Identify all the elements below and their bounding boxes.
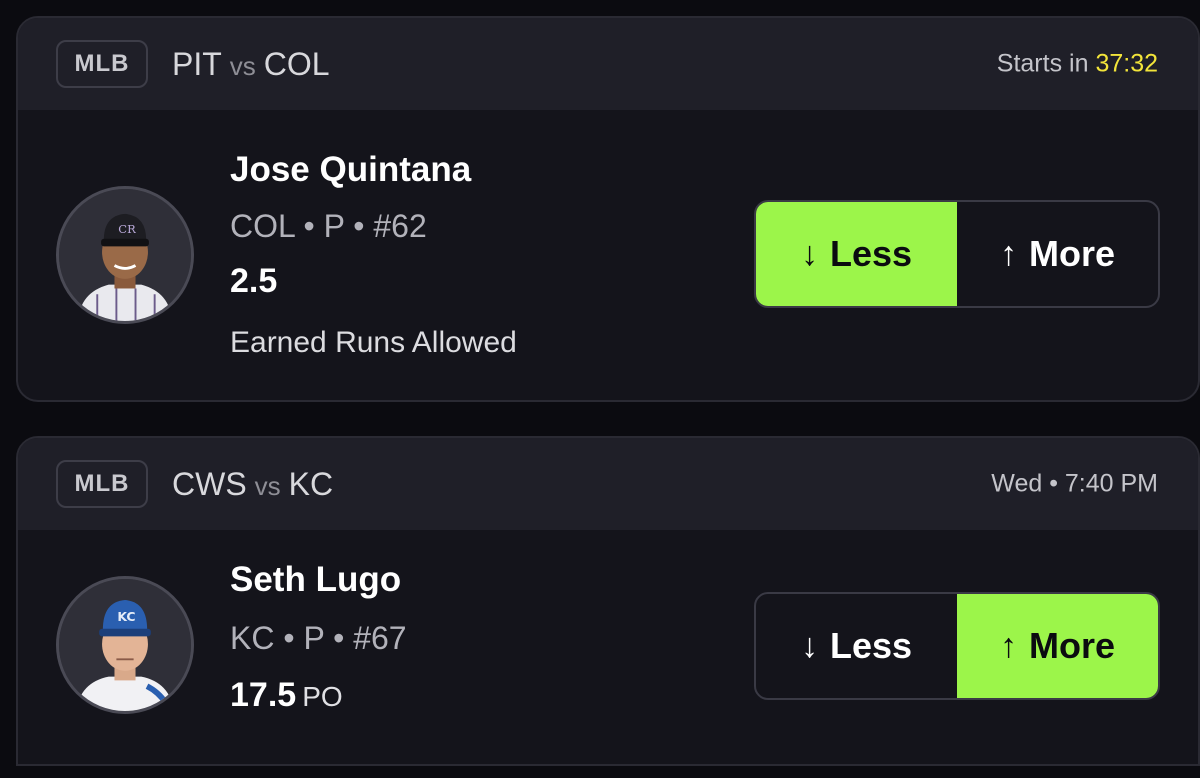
player-name: Jose Quintana	[230, 150, 472, 189]
line-unit: PO	[302, 681, 343, 712]
player-photo: KC	[59, 579, 191, 711]
more-label: More	[1028, 625, 1115, 666]
away-team: COL	[263, 45, 330, 82]
svg-text:CR: CR	[118, 222, 136, 236]
line-number: 2.5	[230, 262, 278, 300]
pick-toggle: ↓ Less ↑ More	[754, 592, 1160, 700]
vs-label: vs	[229, 50, 256, 81]
more-button[interactable]: ↑ More	[957, 202, 1158, 306]
starts-in-label: Starts in	[996, 49, 1089, 78]
home-team: CWS	[172, 465, 247, 502]
game-time: Wed • 7:40 PM	[991, 470, 1158, 499]
vs-label: vs	[254, 470, 281, 501]
player-photo: CR	[59, 189, 191, 321]
player-name: Seth Lugo	[230, 560, 402, 599]
player-meta: KC • P • #67	[230, 620, 407, 656]
pick-card: MLB CWS vs KC Wed • 7:40 PM KC Seth Lugo	[16, 436, 1200, 766]
arrow-down-icon: ↓	[800, 234, 818, 273]
more-label: More	[1028, 233, 1115, 274]
game-start-label: Wed • 7:40 PM	[991, 469, 1158, 498]
arrow-up-icon: ↑	[999, 626, 1017, 665]
player-avatar[interactable]: CR	[56, 186, 194, 324]
less-button[interactable]: ↓ Less	[756, 594, 957, 698]
card-header: MLB PIT vs COL Starts in 37:32	[18, 18, 1198, 110]
projection-line: 2.5	[230, 262, 277, 301]
player-meta: COL • P • #62	[230, 208, 427, 244]
card-body: KC Seth Lugo KC • P • #67 17.5 PO ↓ Less …	[18, 530, 1198, 764]
league-badge: MLB	[56, 40, 148, 88]
away-team: KC	[288, 465, 334, 502]
card-body: CR Jose Quintana COL • P • #62 2.5 Earne…	[18, 110, 1198, 400]
matchup: CWS vs KC	[172, 466, 333, 503]
pick-toggle: ↓ Less ↑ More	[754, 200, 1160, 308]
less-label: Less	[829, 625, 913, 666]
stat-name: Earned Runs Allowed	[230, 326, 517, 359]
game-time: Starts in 37:32	[997, 50, 1158, 79]
projection-line: 17.5 PO	[230, 676, 343, 715]
pick-card: MLB PIT vs COL Starts in 37:32 CR Jose Q…	[16, 16, 1200, 402]
svg-text:KC: KC	[117, 609, 135, 624]
more-button[interactable]: ↑ More	[957, 594, 1158, 698]
arrow-down-icon: ↓	[800, 626, 818, 665]
card-header: MLB CWS vs KC Wed • 7:40 PM	[18, 438, 1198, 530]
home-team: PIT	[172, 45, 222, 82]
league-badge: MLB	[56, 460, 148, 508]
matchup: PIT vs COL	[172, 46, 330, 83]
less-label: Less	[829, 233, 913, 274]
player-avatar[interactable]: KC	[56, 576, 194, 714]
line-number: 17.5	[230, 676, 297, 714]
countdown-timer: 37:32	[1095, 49, 1158, 78]
arrow-up-icon: ↑	[999, 234, 1017, 273]
less-button[interactable]: ↓ Less	[756, 202, 957, 306]
